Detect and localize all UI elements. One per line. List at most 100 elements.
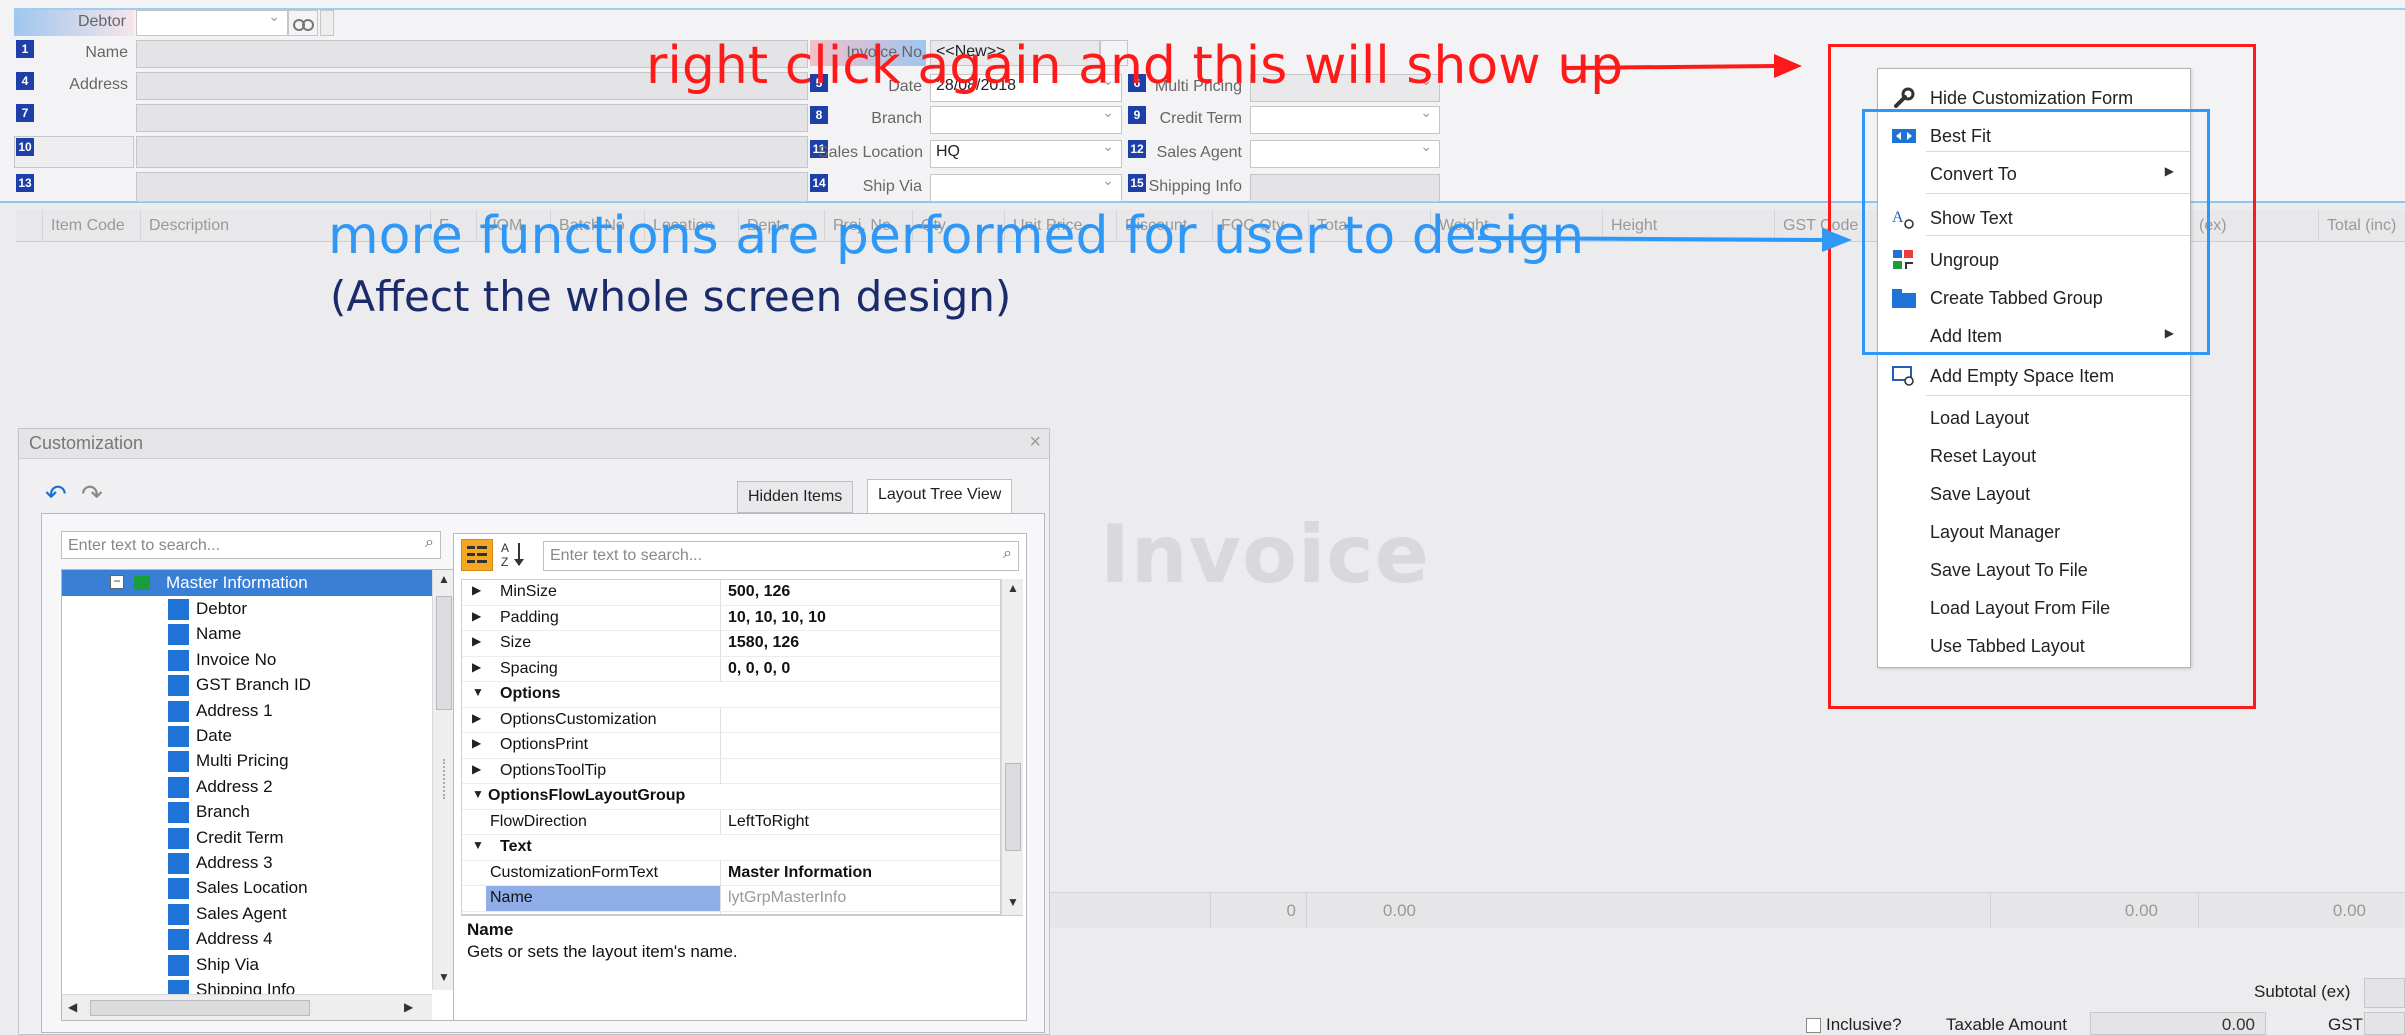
tree-root-node[interactable]: − Master Information — [62, 570, 432, 596]
item-number-badge: 1 — [16, 40, 34, 58]
property-row[interactable]: ▶ Padding 10, 10, 10, 10 — [462, 605, 1000, 631]
ship-via-combo[interactable] — [930, 174, 1122, 202]
property-value[interactable]: LeftToRight — [728, 813, 809, 831]
layout-item-icon — [168, 751, 189, 773]
tab-layout-tree-view[interactable]: Layout Tree View — [867, 479, 1013, 513]
property-grid[interactable]: ▶ MinSize 500, 126 ▶ Padding 10, 10, 10, 10 ▶ S… — [461, 579, 1001, 915]
layout-item-icon — [168, 776, 189, 798]
debtor-extra-box — [320, 10, 334, 36]
property-value[interactable]: lytGrpMasterInfo — [728, 889, 846, 907]
address-field-2[interactable] — [136, 104, 808, 132]
property-row[interactable]: CustomizationFormText Master Information — [462, 860, 1000, 886]
group-icon — [134, 576, 150, 590]
layout-item-icon — [168, 624, 189, 646]
tree-item[interactable]: Invoice No — [62, 648, 432, 673]
scroll-right-icon[interactable]: ▶ — [404, 1000, 413, 1014]
property-value[interactable]: 10, 10, 10, 10 — [728, 609, 826, 627]
property-scrollbar[interactable]: ▲ ▼ — [1001, 579, 1023, 915]
tree-item[interactable]: Address 1 — [62, 699, 432, 724]
property-row[interactable]: ▶ Size 1580, 126 — [462, 631, 1000, 657]
col-header[interactable]: Total (inc) — [2318, 210, 2405, 242]
debtor-search-button[interactable] — [288, 10, 318, 36]
property-row[interactable]: ▶ Spacing 0, 0, 0, 0 — [462, 656, 1000, 682]
property-row[interactable]: FlowDirection LeftToRight — [462, 809, 1000, 835]
credit-term-combo[interactable] — [1250, 106, 1440, 134]
sales-location-combo[interactable]: HQ — [930, 140, 1122, 168]
binoculars-icon — [293, 19, 314, 31]
categorized-button[interactable] — [461, 539, 493, 571]
tree-item[interactable]: Sales Location — [62, 876, 432, 901]
panel-splitter[interactable] — [443, 759, 449, 799]
inclusive-checkbox[interactable] — [1806, 1018, 1821, 1033]
tree-item[interactable]: Ship Via — [62, 953, 432, 978]
tree-item[interactable]: Date — [62, 724, 432, 749]
total-inc: 0.00 — [2198, 893, 2376, 929]
tree-item[interactable]: Name — [62, 622, 432, 647]
debtor-combo[interactable] — [136, 10, 288, 36]
alphabetical-button[interactable]: AZ — [499, 539, 531, 571]
customization-window[interactable]: Customization × ↶ ↷ Hidden Items Layout … — [18, 428, 1050, 1035]
scroll-down-icon[interactable]: ▼ — [1007, 895, 1019, 909]
tree-item[interactable]: Multi Pricing — [62, 749, 432, 774]
property-row[interactable]: ▶ MinSize 500, 126 — [462, 580, 1000, 606]
sales-agent-combo[interactable] — [1250, 140, 1440, 168]
scroll-down-icon[interactable]: ▼ — [438, 970, 450, 984]
annotation-blue-note: more functions are performed for user to… — [328, 206, 1585, 266]
tree-item[interactable]: Address 4 — [62, 927, 432, 952]
property-value[interactable]: 1580, 126 — [728, 634, 799, 652]
redo-icon[interactable]: ↷ — [81, 479, 103, 510]
sales-location-label: Sales Location — [818, 144, 923, 161]
expand-arrow-icon: ▶ — [472, 634, 482, 648]
property-search-input[interactable]: Enter text to search... ⌕ — [543, 541, 1019, 571]
close-icon[interactable]: × — [1029, 431, 1041, 454]
collapse-icon[interactable]: − — [110, 575, 124, 589]
property-row[interactable]: ▶ OptionsToolTip — [462, 758, 1000, 784]
tree-item-label: Address 1 — [196, 700, 273, 720]
tree-item[interactable]: GST Branch ID — [62, 673, 432, 698]
property-row[interactable]: ▼ Text — [462, 835, 1000, 861]
scroll-up-icon[interactable]: ▲ — [438, 572, 450, 586]
scroll-up-icon[interactable]: ▲ — [1007, 581, 1019, 595]
scroll-left-icon[interactable]: ◀ — [68, 1000, 77, 1014]
address-label: Address — [69, 76, 128, 93]
subtotal-field — [2364, 978, 2405, 1008]
address-field-4[interactable] — [136, 172, 808, 202]
column-divider — [720, 656, 721, 682]
property-row[interactable]: ▼ Options — [462, 682, 1000, 708]
property-row[interactable]: ▶ OptionsCustomization — [462, 707, 1000, 733]
property-row[interactable]: ▶ OptionsPrint — [462, 733, 1000, 759]
tab-hidden-items[interactable]: Hidden Items — [737, 481, 854, 513]
tree-search-input[interactable]: Enter text to search... ⌕ — [61, 531, 441, 559]
property-row[interactable]: Name lytGrpMasterInfo — [462, 886, 1000, 912]
tree-item[interactable]: Address 3 — [62, 851, 432, 876]
tree-item[interactable]: Credit Term — [62, 826, 432, 851]
property-row[interactable]: ▼ OptionsFlowLayoutGroup — [462, 784, 1000, 810]
hscroll-thumb[interactable] — [90, 1000, 310, 1016]
scroll-thumb[interactable] — [436, 596, 452, 710]
col-header[interactable]: Height — [1602, 210, 1782, 242]
property-name: Padding — [500, 608, 559, 626]
property-value[interactable]: 0, 0, 0, 0 — [728, 660, 790, 678]
collapse-arrow-icon: ▼ — [472, 838, 484, 852]
layout-tree[interactable]: − Master Information Debtor Name Invoice N… — [61, 569, 479, 1021]
scroll-thumb[interactable] — [1005, 763, 1021, 851]
shipping-info-label: Shipping Info — [1148, 178, 1242, 195]
branch-combo[interactable] — [930, 106, 1122, 134]
property-description: Name Gets or sets the layout item's name… — [461, 915, 1023, 1019]
layout-item-icon — [168, 700, 189, 722]
tree-item[interactable]: Sales Agent — [62, 902, 432, 927]
tree-hscrollbar[interactable]: ◀ ▶ — [62, 994, 432, 1020]
property-value[interactable]: 500, 126 — [728, 583, 790, 601]
property-value[interactable]: Master Information — [728, 864, 872, 882]
col-header[interactable]: Item Code — [42, 210, 138, 242]
description-text: Gets or sets the layout item's name. — [467, 942, 738, 961]
tree-item[interactable]: Debtor — [62, 597, 432, 622]
shipping-info-field[interactable] — [1250, 174, 1440, 202]
tree-item-label: Multi Pricing — [196, 751, 289, 771]
undo-icon[interactable]: ↶ — [45, 479, 67, 510]
tree-item[interactable]: Branch — [62, 800, 432, 825]
address-field-3[interactable] — [136, 136, 808, 168]
customization-titlebar[interactable]: Customization — [19, 429, 1049, 459]
tree-item[interactable]: Address 2 — [62, 775, 432, 800]
property-name: FlowDirection — [490, 812, 587, 830]
